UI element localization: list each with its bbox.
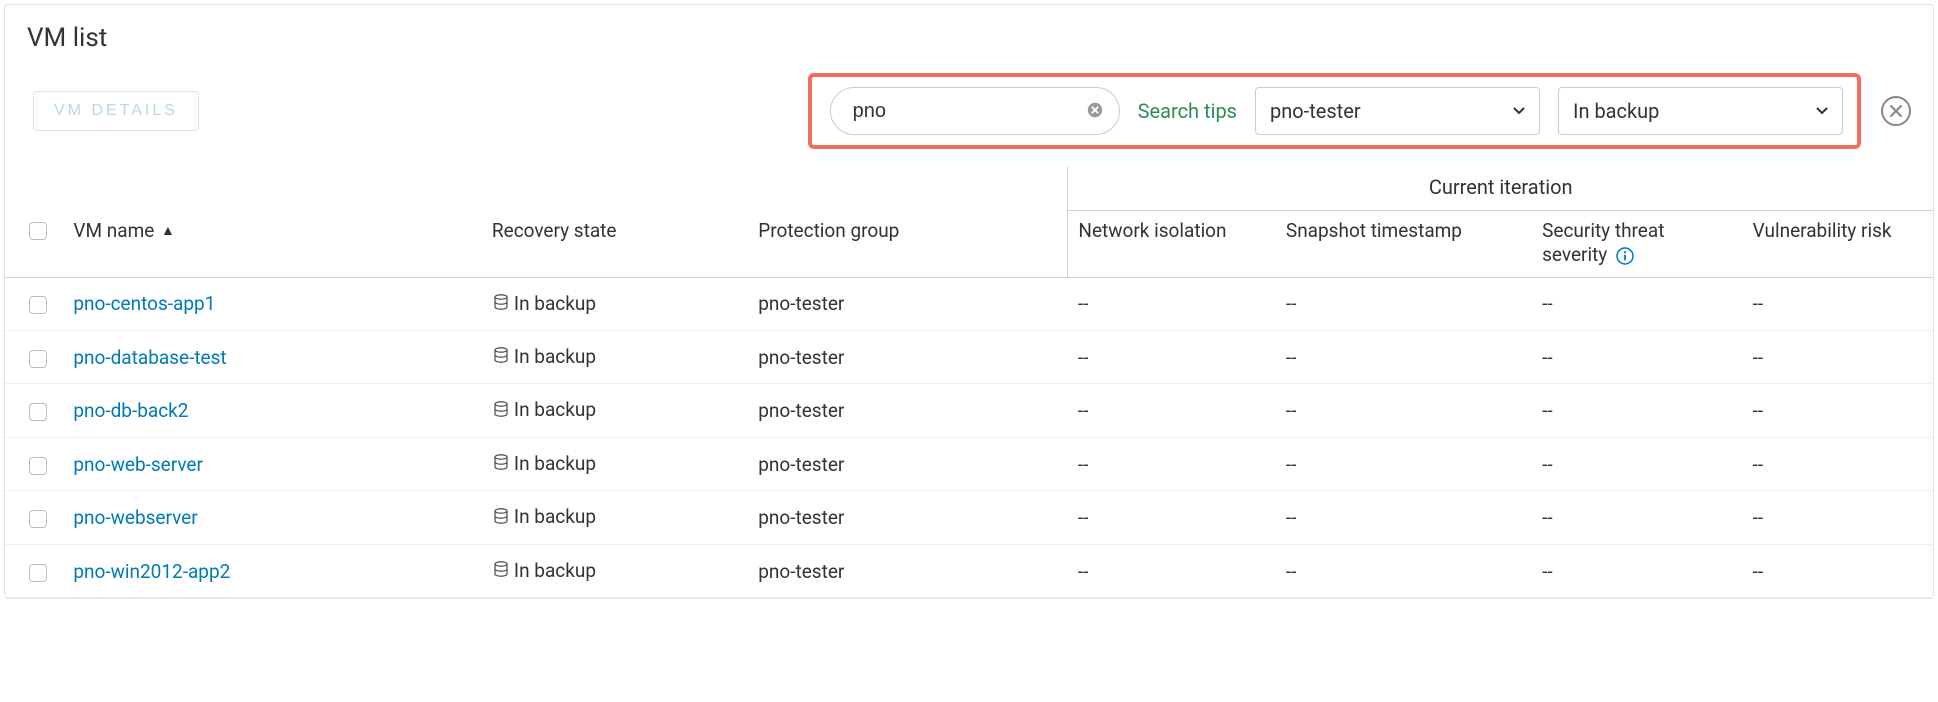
- security-severity-value: --: [1532, 384, 1743, 437]
- recovery-state-filter[interactable]: In backup: [1558, 87, 1843, 135]
- recovery-state-filter-value: In backup: [1573, 99, 1659, 123]
- protection-group-value: pno-tester: [748, 384, 1068, 437]
- database-icon: [492, 346, 510, 369]
- col-protection-group[interactable]: Protection group: [748, 211, 1068, 278]
- database-icon: [492, 293, 510, 316]
- protection-group-filter-value: pno-tester: [1270, 99, 1361, 123]
- recovery-state-value: In backup: [514, 559, 596, 582]
- info-icon[interactable]: [1616, 247, 1634, 265]
- network-isolation-value: --: [1068, 491, 1276, 544]
- snapshot-timestamp-value: --: [1276, 330, 1532, 383]
- col-snapshot-timestamp[interactable]: Snapshot timestamp: [1276, 211, 1532, 278]
- table-row: pno-database-testIn backuppno-tester----…: [5, 330, 1933, 383]
- vulnerability-risk-value: --: [1743, 491, 1933, 544]
- vm-details-button[interactable]: VM DETAILS: [33, 91, 199, 131]
- search-input[interactable]: [830, 87, 1120, 135]
- security-severity-value: --: [1532, 491, 1743, 544]
- clear-filters-button[interactable]: [1881, 96, 1911, 126]
- security-severity-value: --: [1532, 330, 1743, 383]
- database-icon: [492, 560, 510, 583]
- security-severity-value: --: [1532, 437, 1743, 490]
- vulnerability-risk-value: --: [1743, 544, 1933, 597]
- recovery-state-value: In backup: [514, 452, 596, 475]
- protection-group-value: pno-tester: [748, 544, 1068, 597]
- recovery-state-value: In backup: [514, 505, 596, 528]
- table-row: pno-web-serverIn backuppno-tester-------…: [5, 437, 1933, 490]
- table-row: pno-webserverIn backuppno-tester--------: [5, 491, 1933, 544]
- network-isolation-value: --: [1068, 330, 1276, 383]
- protection-group-value: pno-tester: [748, 491, 1068, 544]
- vulnerability-risk-value: --: [1743, 330, 1933, 383]
- recovery-state-value: In backup: [514, 345, 596, 368]
- snapshot-timestamp-value: --: [1276, 384, 1532, 437]
- snapshot-timestamp-value: --: [1276, 491, 1532, 544]
- vm-name-link[interactable]: pno-centos-app1: [73, 292, 215, 315]
- col-security-severity[interactable]: Security threat severity: [1532, 211, 1743, 278]
- column-header-row: VM name ▲ Recovery state Protection grou…: [5, 211, 1933, 278]
- panel-title: VM list: [5, 5, 1933, 63]
- select-all-checkbox[interactable]: [29, 222, 47, 240]
- chevron-down-icon: [1511, 99, 1527, 123]
- database-icon: [492, 453, 510, 476]
- iteration-caption-row: Current iteration: [5, 167, 1933, 211]
- vm-list-panel: VM list VM DETAILS Search tips pno-teste…: [4, 4, 1934, 599]
- vm-table: Current iteration VM name ▲ Recovery sta…: [5, 167, 1933, 598]
- database-icon: [492, 507, 510, 530]
- snapshot-timestamp-value: --: [1276, 544, 1532, 597]
- search-wrapper: [830, 87, 1120, 135]
- row-checkbox[interactable]: [29, 510, 47, 528]
- clear-search-icon[interactable]: [1086, 101, 1106, 121]
- vulnerability-risk-value: --: [1743, 277, 1933, 330]
- database-icon: [492, 400, 510, 423]
- col-vm-name[interactable]: VM name ▲: [63, 211, 482, 278]
- security-severity-value: --: [1532, 544, 1743, 597]
- network-isolation-value: --: [1068, 437, 1276, 490]
- vulnerability-risk-value: --: [1743, 437, 1933, 490]
- chevron-down-icon: [1814, 99, 1830, 123]
- protection-group-value: pno-tester: [748, 330, 1068, 383]
- iteration-caption: Current iteration: [1068, 167, 1933, 211]
- row-checkbox[interactable]: [29, 350, 47, 368]
- table-row: pno-db-back2In backuppno-tester--------: [5, 384, 1933, 437]
- sort-asc-icon: ▲: [161, 223, 175, 239]
- table-row: pno-win2012-app2In backuppno-tester-----…: [5, 544, 1933, 597]
- col-vulnerability-risk[interactable]: Vulnerability risk: [1743, 211, 1933, 278]
- recovery-state-value: In backup: [514, 398, 596, 421]
- snapshot-timestamp-value: --: [1276, 437, 1532, 490]
- network-isolation-value: --: [1068, 544, 1276, 597]
- protection-group-filter[interactable]: pno-tester: [1255, 87, 1540, 135]
- protection-group-value: pno-tester: [748, 277, 1068, 330]
- filter-highlight-box: Search tips pno-tester In backup: [808, 73, 1861, 149]
- search-tips-link[interactable]: Search tips: [1138, 99, 1237, 123]
- security-severity-value: --: [1532, 277, 1743, 330]
- vulnerability-risk-value: --: [1743, 384, 1933, 437]
- row-checkbox[interactable]: [29, 296, 47, 314]
- col-recovery-state[interactable]: Recovery state: [482, 211, 748, 278]
- vm-name-link[interactable]: pno-db-back2: [73, 399, 188, 422]
- row-checkbox[interactable]: [29, 403, 47, 421]
- row-checkbox[interactable]: [29, 564, 47, 582]
- vm-name-link[interactable]: pno-webserver: [73, 506, 197, 529]
- table-row: pno-centos-app1In backuppno-tester------…: [5, 277, 1933, 330]
- toolbar: VM DETAILS Search tips pno-tester In bac…: [5, 63, 1933, 167]
- vm-name-link[interactable]: pno-win2012-app2: [73, 560, 230, 583]
- col-security-severity-label: Security threat severity: [1542, 219, 1664, 266]
- snapshot-timestamp-value: --: [1276, 277, 1532, 330]
- vm-name-link[interactable]: pno-web-server: [73, 453, 203, 476]
- network-isolation-value: --: [1068, 384, 1276, 437]
- row-checkbox[interactable]: [29, 457, 47, 475]
- vm-name-link[interactable]: pno-database-test: [73, 346, 226, 369]
- table-area: Current iteration VM name ▲ Recovery sta…: [5, 167, 1933, 598]
- network-isolation-value: --: [1068, 277, 1276, 330]
- col-vm-name-label: VM name: [73, 219, 154, 242]
- recovery-state-value: In backup: [514, 292, 596, 315]
- col-network-isolation[interactable]: Network isolation: [1068, 211, 1276, 278]
- protection-group-value: pno-tester: [748, 437, 1068, 490]
